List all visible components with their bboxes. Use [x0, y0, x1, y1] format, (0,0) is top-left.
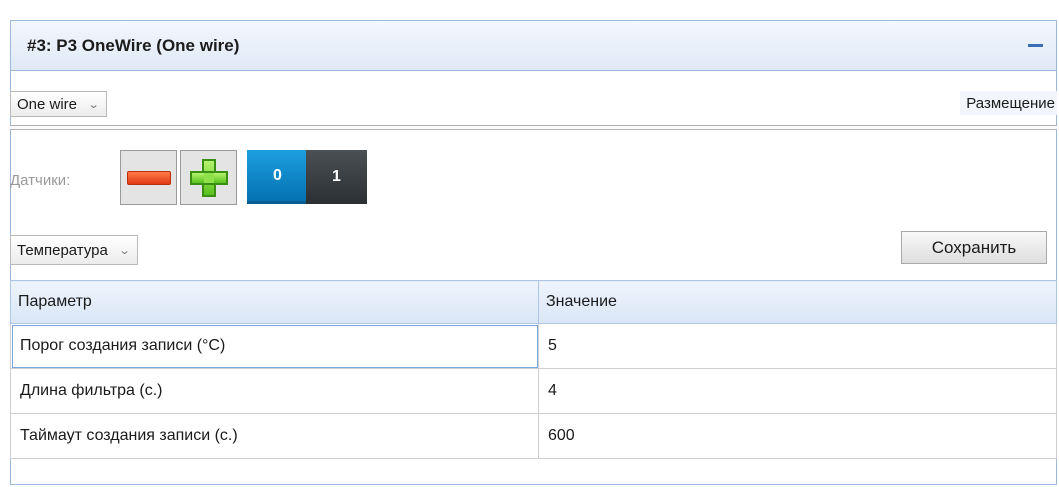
sensors-label: Датчики: — [10, 172, 71, 189]
placement-label: Размещение — [960, 91, 1057, 115]
table-header-row: Параметр Значение — [10, 280, 1057, 324]
parameters-table: Параметр Значение Порог создания записи … — [10, 280, 1057, 459]
type-dropdown[interactable]: One wire ⌄ — [10, 91, 108, 117]
parameter-cell[interactable]: Длина фильтра (с.) — [10, 368, 539, 414]
measure-dropdown-value: Температура — [17, 241, 108, 259]
collapse-icon[interactable] — [1026, 37, 1044, 55]
minus-icon — [126, 170, 171, 185]
column-header-parameter[interactable]: Параметр — [10, 280, 539, 324]
plus-icon — [189, 158, 228, 197]
sensor-tab-0[interactable]: 0 — [247, 150, 308, 204]
type-dropdown-value: One wire — [17, 95, 78, 113]
add-sensor-button[interactable] — [180, 150, 237, 205]
parameter-cell[interactable]: Таймаут создания записи (с.) — [10, 413, 539, 459]
chevron-down-icon: ⌄ — [87, 98, 100, 111]
panel-header: #3: P3 OneWire (One wire) — [11, 21, 1056, 71]
value-cell[interactable]: 600 — [538, 413, 1057, 459]
sensor-tab-1[interactable]: 1 — [306, 150, 367, 204]
table-row[interactable]: Порог создания записи (°C) 5 — [10, 323, 1057, 369]
chevron-down-icon: ⌄ — [118, 244, 131, 257]
save-button[interactable]: Сохранить — [901, 231, 1047, 264]
remove-sensor-button[interactable] — [120, 150, 177, 205]
parameter-cell[interactable]: Порог создания записи (°C) — [10, 323, 539, 369]
panel-title: #3: P3 OneWire (One wire) — [27, 35, 240, 55]
value-cell[interactable]: 4 — [538, 368, 1057, 414]
measure-dropdown[interactable]: Температура ⌄ — [10, 235, 139, 265]
value-cell[interactable]: 5 — [538, 323, 1057, 369]
column-header-value[interactable]: Значение — [538, 280, 1057, 324]
toolbar-divider — [10, 125, 1057, 130]
table-row[interactable]: Длина фильтра (с.) 4 — [10, 368, 1057, 414]
table-row[interactable]: Таймаут создания записи (с.) 600 — [10, 413, 1057, 459]
